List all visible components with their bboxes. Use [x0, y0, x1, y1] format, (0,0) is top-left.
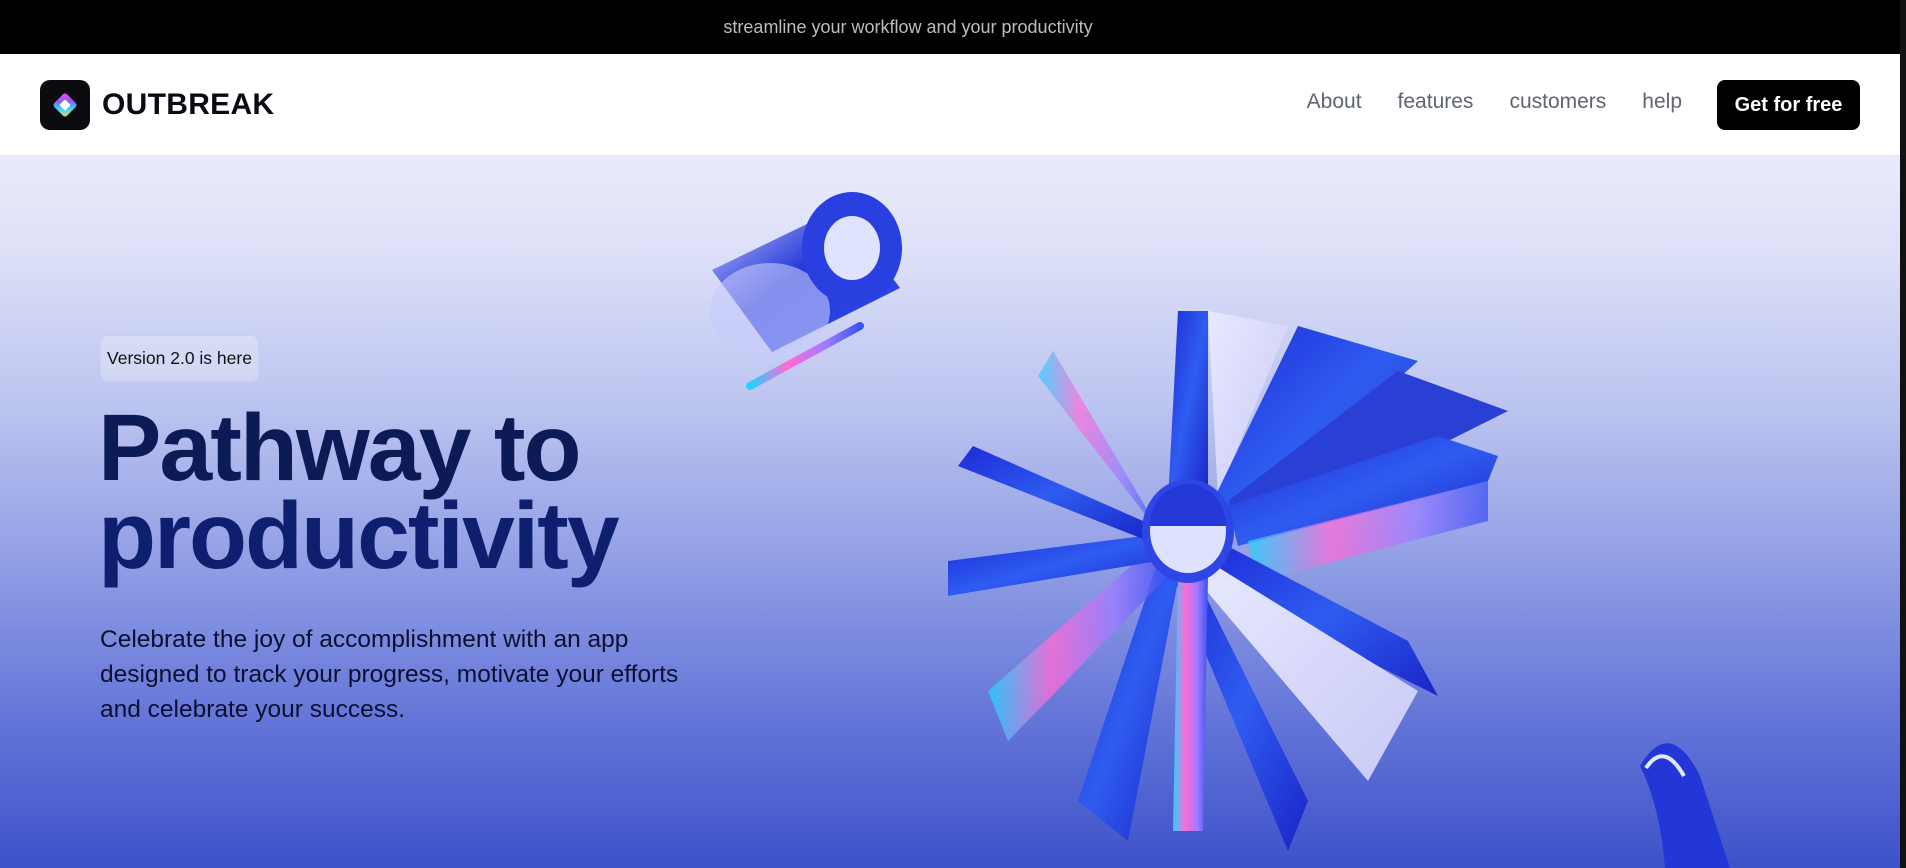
headline-line-1: Pathway to — [98, 395, 581, 501]
hero-headline: Pathway to productivity — [98, 395, 620, 589]
version-badge: Version 2.0 is here — [100, 335, 259, 382]
get-for-free-button[interactable]: Get for free — [1717, 80, 1860, 130]
cylinder-shape — [710, 192, 902, 390]
version-badge-text: Version 2.0 is here — [107, 348, 252, 368]
nav-link-customers[interactable]: customers — [1509, 90, 1606, 114]
nav-link-features[interactable]: features — [1398, 90, 1474, 114]
outbreak-diamond-logo-icon — [40, 80, 90, 130]
nav-link-about[interactable]: About — [1307, 90, 1362, 114]
tube-shape — [1640, 743, 1730, 868]
hero-section: Version 2.0 is here Pathway to productiv… — [0, 156, 1900, 868]
nav-link-help[interactable]: help — [1642, 90, 1682, 114]
brand-name: OUTBREAK — [102, 88, 275, 121]
brand[interactable]: OUTBREAK — [40, 80, 274, 130]
announcement-text: streamline your workflow and your produc… — [723, 16, 1093, 37]
announcement-bar: streamline your workflow and your produc… — [0, 0, 1906, 54]
navbar: OUTBREAK About features customers help G… — [0, 54, 1900, 156]
hero-subtext: Celebrate the joy of accomplishment with… — [100, 626, 679, 723]
page: streamline your workflow and your produc… — [0, 0, 1906, 868]
nav-links: About features customers help — [1307, 90, 1682, 114]
page-scrollbar[interactable] — [1900, 0, 1906, 868]
headline-line-2: productivity — [98, 483, 620, 589]
fan-star-shape — [948, 311, 1508, 851]
